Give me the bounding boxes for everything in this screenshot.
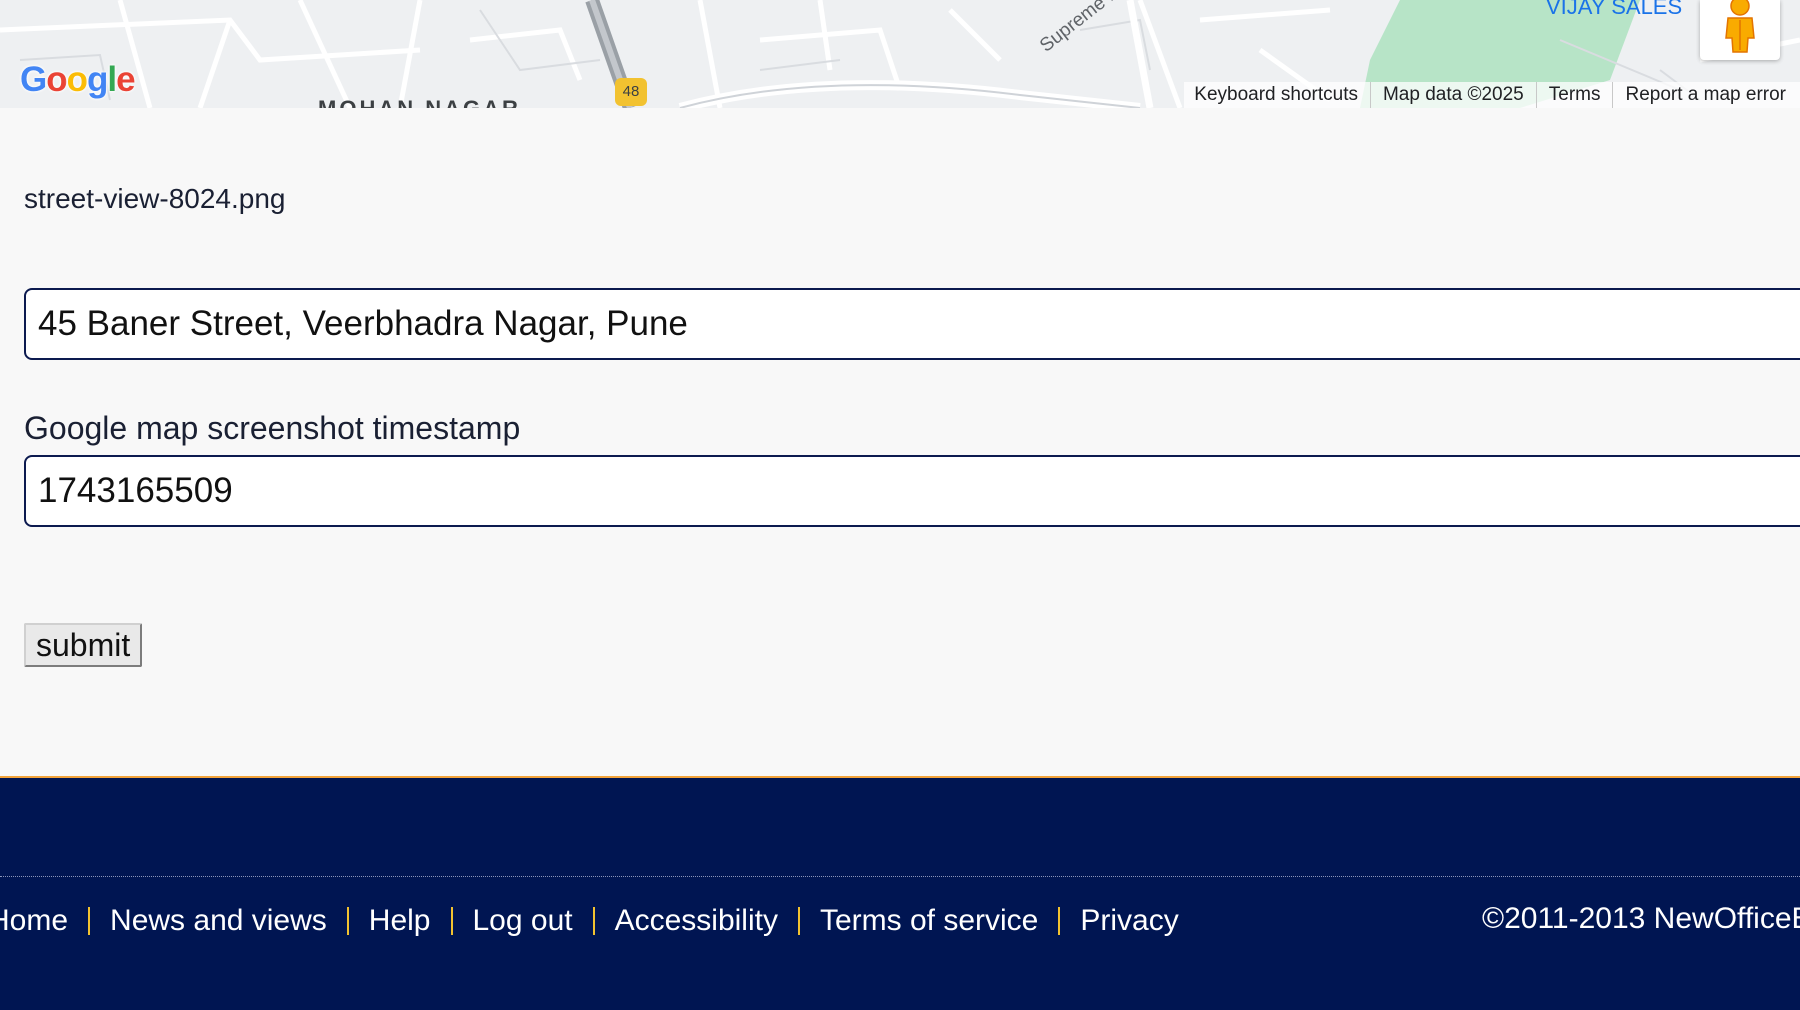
report-map-error-link[interactable]: Report a map error: [1625, 84, 1786, 106]
footer-link-privacy[interactable]: Privacy: [1080, 904, 1178, 938]
map-label-mohan-nagar: MOHAN NAGAR: [318, 96, 521, 108]
timestamp-input[interactable]: [24, 455, 1800, 527]
site-footer: Home News and views Help Log out Accessi…: [0, 776, 1800, 1010]
address-input[interactable]: [24, 288, 1800, 360]
timestamp-label: Google map screenshot timestamp: [24, 410, 521, 446]
footer-link-accessibility[interactable]: Accessibility: [615, 904, 778, 938]
footer-nav: Home News and views Help Log out Accessi…: [0, 904, 1179, 938]
form-area: street-view-8024.png Google map screensh…: [0, 108, 1800, 776]
divider: [1535, 82, 1537, 108]
footer-separator: [346, 907, 349, 935]
map-terms-link[interactable]: Terms: [1549, 84, 1601, 106]
map-data-label: Map data ©2025: [1382, 84, 1524, 105]
footer-link-news-and-views[interactable]: News and views: [110, 904, 327, 938]
google-map[interactable]: Google MOHAN NAGAR Supreme Estia VIJAY S…: [0, 0, 1800, 108]
footer-link-home[interactable]: Home: [0, 904, 68, 938]
divider: [1369, 82, 1371, 108]
footer-link-log-out[interactable]: Log out: [473, 904, 573, 938]
route-shield: 48: [615, 78, 647, 106]
divider: [1612, 82, 1614, 108]
google-logo: Google: [20, 60, 136, 99]
submit-button[interactable]: submit: [24, 623, 143, 667]
filename-label: street-view-8024.png: [24, 183, 286, 214]
footer-link-help[interactable]: Help: [369, 904, 431, 938]
footer-divider: [0, 876, 1800, 877]
map-label-vijay-sales[interactable]: VIJAY SALES: [1546, 0, 1682, 20]
footer-separator: [592, 907, 595, 935]
pegman-icon: [1725, 0, 1755, 53]
footer-separator: [1058, 907, 1061, 935]
footer-separator: [797, 907, 800, 935]
footer-separator: [450, 907, 453, 935]
copyright-text: ©2011-2013 NewOfficeEu: [1482, 902, 1800, 935]
map-attribution-bar: Keyboard shortcuts Map data ©2025 Terms …: [1184, 82, 1800, 108]
keyboard-shortcuts-button[interactable]: Keyboard shortcuts: [1194, 84, 1358, 106]
footer-separator: [88, 907, 91, 935]
footer-link-terms-of-service[interactable]: Terms of service: [820, 904, 1038, 938]
pegman-button[interactable]: [1700, 0, 1780, 60]
